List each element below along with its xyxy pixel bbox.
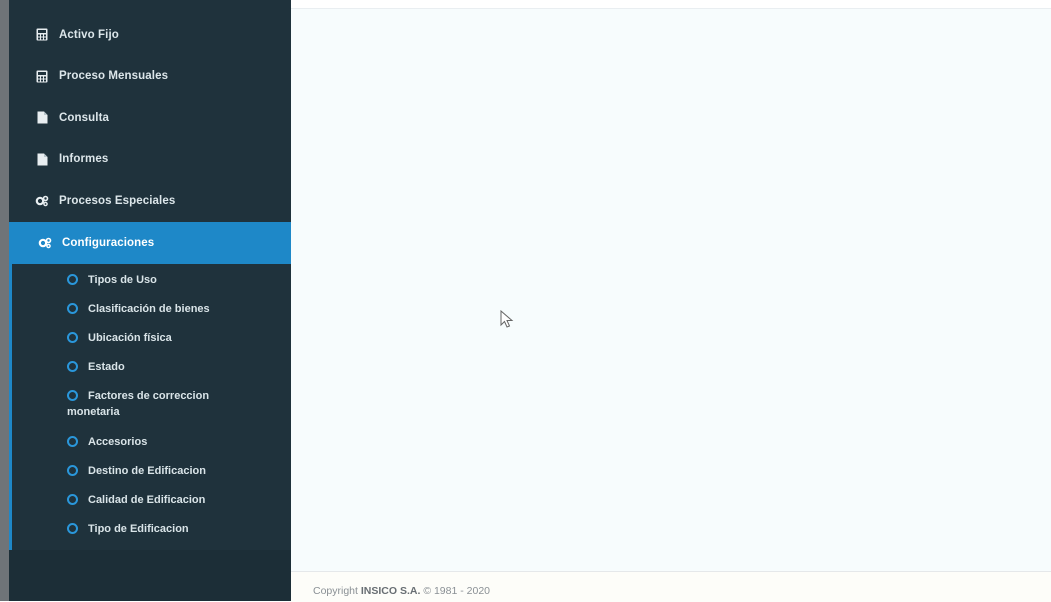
active-section-indicator xyxy=(9,264,12,550)
calculator-icon xyxy=(35,28,49,42)
circle-icon xyxy=(67,436,78,447)
sidebar-item-label: Consulta xyxy=(59,111,109,124)
sidebar-item-label: Activo Fijo xyxy=(59,28,119,41)
circle-icon xyxy=(67,274,78,285)
circle-icon xyxy=(67,465,78,476)
window-left-edge xyxy=(0,0,9,601)
gears-icon xyxy=(38,236,52,250)
file-icon xyxy=(35,111,49,125)
sidebar: Activo Fijo Proceso Mensuales Consulta I… xyxy=(9,0,291,601)
submenu-item-tipos-de-uso[interactable]: Tipos de Uso xyxy=(9,272,291,288)
circle-icon xyxy=(67,303,78,314)
page-footer: Copyright INSICO S.A. © 1981 - 2020 xyxy=(291,571,1051,602)
circle-icon xyxy=(67,361,78,372)
circle-icon xyxy=(67,332,78,343)
sidebar-item-configuraciones[interactable]: Configuraciones xyxy=(9,222,291,264)
submenu-item-accesorios[interactable]: Accesorios xyxy=(9,434,291,450)
sidebar-item-label: Procesos Especiales xyxy=(59,194,176,207)
circle-icon xyxy=(67,390,78,401)
sidebar-menu: Activo Fijo Proceso Mensuales Consulta I… xyxy=(9,14,291,222)
submenu-item-calidad-de-edificacion[interactable]: Calidad de Edificacion xyxy=(9,492,291,508)
sidebar-item-proceso-mensuales[interactable]: Proceso Mensuales xyxy=(9,56,291,98)
submenu-item-clasificacion-de-bienes[interactable]: Clasificación de bienes xyxy=(9,301,291,317)
top-bar xyxy=(291,0,1051,9)
company-name: INSICO S.A. xyxy=(360,585,421,597)
copyright-text: Copyright INSICO S.A. © 1981 - 2020 xyxy=(313,585,491,597)
submenu-item-estado[interactable]: Estado xyxy=(9,359,291,375)
calculator-icon xyxy=(35,69,49,83)
sidebar-item-consulta[interactable]: Consulta xyxy=(9,97,291,139)
sidebar-item-label: Informes xyxy=(59,153,109,166)
submenu-item-tipo-de-edificacion[interactable]: Tipo de Edificacion xyxy=(9,521,291,537)
gears-icon xyxy=(35,194,49,208)
sidebar-item-procesos-especiales[interactable]: Procesos Especiales xyxy=(9,180,291,222)
submenu-item-destino-de-edificacion[interactable]: Destino de Edificacion xyxy=(9,463,291,479)
sidebar-item-label: Proceso Mensuales xyxy=(59,70,169,83)
circle-icon xyxy=(67,523,78,534)
sidebar-item-informes[interactable]: Informes xyxy=(9,139,291,181)
sidebar-footer xyxy=(9,550,291,601)
circle-icon xyxy=(67,494,78,505)
submenu-item-factores-de-correccion-monetaria[interactable]: Factores de correccion monetaria xyxy=(9,388,241,420)
mouse-pointer-icon xyxy=(500,310,514,328)
main-content xyxy=(291,0,1051,571)
submenu-item-ubicacion-fisica[interactable]: Ubicación física xyxy=(9,330,291,346)
sidebar-item-activo-fijo[interactable]: Activo Fijo xyxy=(9,14,291,56)
sidebar-item-label: Configuraciones xyxy=(62,237,155,249)
file-icon xyxy=(35,152,49,166)
